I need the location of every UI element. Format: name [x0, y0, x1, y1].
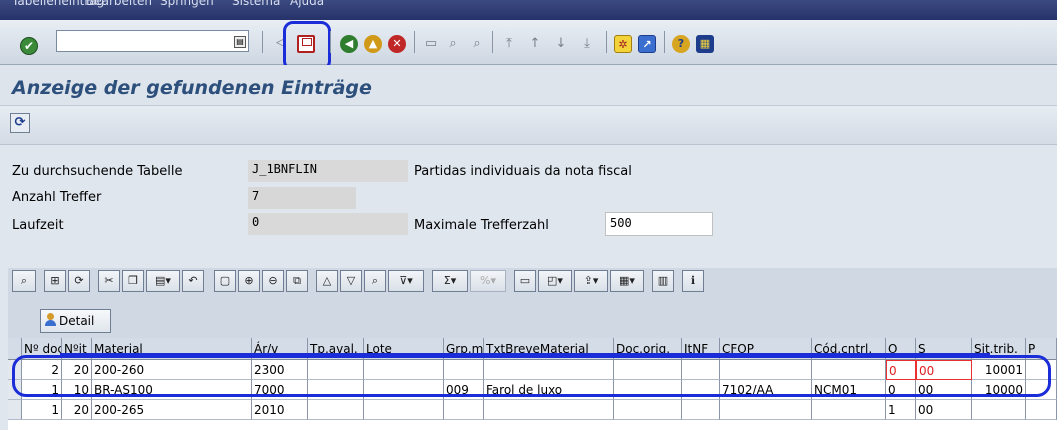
table-cell-tax-status[interactable] — [972, 400, 1026, 420]
filter-icon[interactable]: ⊽▾ — [388, 270, 424, 292]
table-cell-p[interactable] — [1026, 400, 1057, 420]
last-page-icon[interactable]: ⤓ — [578, 35, 596, 53]
runtime-label: Laufzeit — [12, 218, 64, 233]
sort-ascending-icon[interactable]: △ — [316, 270, 338, 292]
save-highlight-annotation — [283, 21, 331, 71]
find-icon[interactable]: ⌕ — [444, 35, 462, 53]
select-all-icon[interactable]: ⊞ — [44, 270, 66, 292]
find-grid-icon[interactable]: ⌕ — [364, 270, 386, 292]
copy-icon[interactable]: ❐ — [122, 270, 144, 292]
refresh-grid-icon[interactable]: ⟳ — [68, 270, 90, 292]
separator — [330, 31, 331, 53]
person-icon — [44, 313, 58, 327]
separator — [262, 31, 263, 53]
max-hits-input[interactable]: 500 — [605, 212, 713, 236]
table-cell-control-code[interactable] — [812, 400, 886, 420]
runtime-value: 0 — [248, 213, 408, 235]
page-title: Anzeige der gefundenen Einträge — [12, 77, 372, 99]
table-cell-material-group[interactable] — [444, 400, 484, 420]
menu-springen[interactable]: Springen — [160, 0, 214, 8]
sum-icon[interactable]: Σ▾ — [432, 270, 468, 292]
layout-grid-icon[interactable]: ▦▾ — [610, 270, 644, 292]
detail-label: Detail — [59, 314, 95, 328]
print-icon[interactable]: ▭ — [422, 35, 440, 53]
table-cell-source-doc[interactable] — [614, 400, 682, 420]
menu-bearbeiten[interactable]: Bearbeiten — [86, 0, 152, 8]
shortcut-icon[interactable]: ↗ — [638, 35, 656, 53]
graphic-icon[interactable]: ▥ — [652, 270, 674, 292]
delete-row-icon[interactable]: ⊖ — [262, 270, 284, 292]
command-field[interactable] — [56, 30, 249, 52]
detail-button[interactable]: Detail — [40, 309, 111, 333]
exit-icon[interactable]: ▲ — [364, 35, 382, 53]
table-cell-doc-number[interactable]: 1 — [22, 400, 62, 420]
append-row-icon[interactable]: ▢ — [214, 270, 236, 292]
application-toolbar — [0, 105, 1057, 145]
enter-icon[interactable]: ✔ — [20, 37, 38, 55]
details-view-icon[interactable]: ⌕ — [12, 270, 36, 292]
cancel-icon[interactable]: ✕ — [388, 35, 406, 53]
cut-icon[interactable]: ✂ — [98, 270, 120, 292]
previous-page-icon[interactable]: ↑ — [526, 35, 544, 53]
table-label: Zu durchsuchende Tabelle — [12, 164, 183, 179]
table-cell-tax-situation[interactable]: 00 — [916, 400, 972, 420]
table-cell-batch[interactable] — [364, 400, 444, 420]
layout-icon[interactable]: ▦ — [696, 35, 714, 53]
table-cell-item-number[interactable]: 20 — [62, 400, 92, 420]
refresh-icon[interactable]: ⟳ — [10, 113, 30, 133]
help-icon[interactable]: ? — [672, 35, 690, 53]
find-next-icon[interactable]: ⌕ — [468, 35, 486, 53]
print-preview-icon[interactable]: ▭ — [514, 270, 536, 292]
separator — [414, 31, 415, 53]
menu-bar: Tabelleneintrag Bearbeiten Springen Sist… — [0, 0, 1057, 20]
views-icon[interactable]: ◰▾ — [538, 270, 572, 292]
paste-icon[interactable]: ▤▾ — [146, 270, 180, 292]
sort-descending-icon[interactable]: ▽ — [340, 270, 362, 292]
row-selector[interactable] — [8, 400, 22, 420]
row-highlight-annotation — [12, 355, 1051, 397]
insert-row-icon[interactable]: ⊕ — [238, 270, 260, 292]
table-description: Partidas individuais da nota fiscal — [414, 164, 632, 179]
next-page-icon[interactable]: ↓ — [552, 35, 570, 53]
copy-row-icon[interactable]: ⧉ — [286, 270, 308, 292]
hits-label: Anzahl Treffer — [12, 190, 102, 205]
max-hits-label: Maximale Trefferzahl — [414, 218, 549, 233]
table-cell-material[interactable]: 200-265 — [92, 400, 252, 420]
table-cell-valuation-type[interactable] — [308, 400, 364, 420]
hits-value: 7 — [248, 187, 356, 209]
table-cell-origin[interactable]: 1 — [886, 400, 916, 420]
export-icon[interactable]: ⇪▾ — [574, 270, 608, 292]
separator — [606, 31, 607, 53]
separator — [492, 31, 493, 53]
table-cell-nf-item[interactable] — [682, 400, 720, 420]
new-session-icon[interactable]: ✲ — [614, 35, 632, 53]
menu-ajuda[interactable]: Ajuda — [290, 0, 324, 8]
table-value: J_1BNFLIN — [248, 160, 408, 182]
table-cell-short-text[interactable] — [484, 400, 614, 420]
menu-sistema[interactable]: Sistema — [232, 0, 280, 8]
back-icon[interactable]: ◀ — [340, 35, 358, 53]
command-history-icon[interactable]: ▤ — [234, 36, 246, 48]
info-icon[interactable]: ℹ — [682, 270, 704, 292]
table-cell-cfop[interactable] — [720, 400, 812, 420]
first-page-icon[interactable]: ⤒ — [500, 35, 518, 53]
undo-icon[interactable]: ↶ — [182, 270, 204, 292]
table-cell-plant[interactable]: 2010 — [252, 400, 308, 420]
separator — [664, 31, 665, 53]
subtotal-icon: %▾ — [470, 270, 506, 292]
